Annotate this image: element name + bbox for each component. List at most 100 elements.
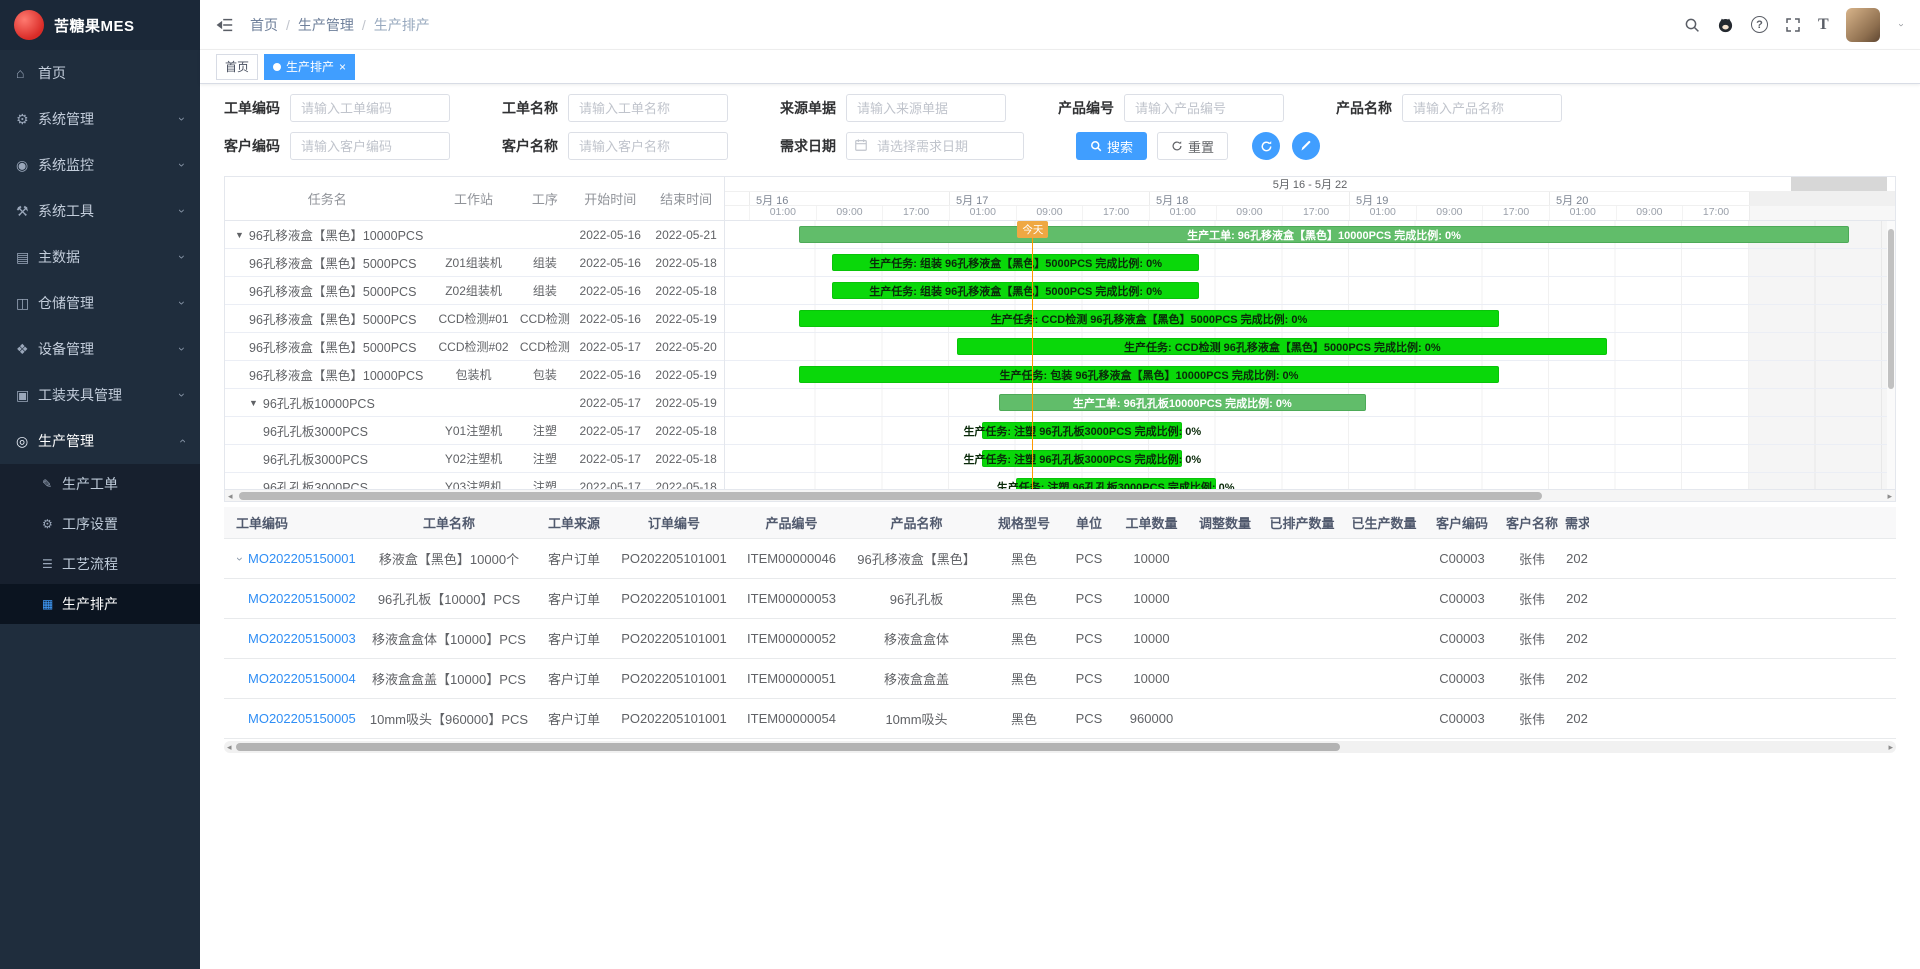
sidebar-item-fixture[interactable]: ▣工装夹具管理› (0, 372, 200, 418)
text-input-工单名称[interactable] (568, 94, 728, 122)
sidebar-item-work-order[interactable]: ✎生产工单 (0, 464, 200, 504)
github-icon[interactable] (1717, 16, 1734, 33)
close-icon[interactable]: × (339, 61, 346, 73)
gantt-bar-task[interactable]: 生产任务: 注塑 96孔孔板3000PCS 完成比例: 0% (1016, 478, 1216, 489)
gantt-bar-task[interactable]: 生产任务: CCD检测 96孔移液盒【黑色】5000PCS 完成比例: 0% (957, 338, 1607, 355)
active-dot (273, 63, 281, 71)
column-header-客户名称: 客户名称 (1499, 513, 1565, 532)
task-name: 96孔移液盒【黑色】10000PCS (225, 365, 430, 384)
table-horizontal-scrollbar[interactable]: ◂ ▸ (224, 741, 1896, 753)
gantt-day-row: 5月 165月 175月 185月 195月 20 (725, 192, 1895, 206)
gantt-panel: 任务名工作站工序开始时间结束时间 5月 16 - 5月 22 5月 165月 1… (224, 176, 1896, 502)
text-input-产品编号[interactable] (1124, 94, 1284, 122)
avatar[interactable] (1846, 8, 1880, 42)
edit-button[interactable] (1292, 132, 1320, 160)
scrollbar-thumb[interactable] (1888, 229, 1894, 389)
table-cell: 10000 (1114, 591, 1189, 606)
gantt-grid-row[interactable]: 96孔孔板3000PCSY01注塑机注塑2022-05-172022-05-18 (225, 417, 724, 445)
refresh-button[interactable] (1252, 132, 1280, 160)
gantt-horizontal-scrollbar[interactable]: ◂ ▸ (225, 489, 1895, 501)
text-input-产品名称[interactable] (1402, 94, 1562, 122)
column-header-工单编码: 工单编码 (224, 513, 364, 532)
help-icon[interactable]: ? (1751, 16, 1768, 33)
sidebar-item-production[interactable]: ◎生产管理› (0, 418, 200, 464)
gantt-bar-task[interactable]: 生产任务: 注塑 96孔孔板3000PCS 完成比例: 0% (982, 450, 1182, 467)
table-row[interactable]: MO20220515000296孔孔板【10000】PCS客户订单PO20220… (224, 579, 1896, 619)
text-input-工单编码[interactable] (290, 94, 450, 122)
text-input-来源单据[interactable] (846, 94, 1006, 122)
sidebar-toggle-icon[interactable] (216, 16, 234, 34)
date-input-需求日期[interactable] (846, 132, 1024, 160)
search-icon[interactable] (1684, 17, 1700, 33)
process: 组装 (517, 282, 572, 299)
sidebar-item-warehouse[interactable]: ◫仓储管理› (0, 280, 200, 326)
text-input-客户编码[interactable] (290, 132, 450, 160)
text-input-客户名称[interactable] (568, 132, 728, 160)
sidebar-item-scheduling[interactable]: ▦生产排产 (0, 584, 200, 624)
tab-home[interactable]: 首页 (216, 54, 258, 80)
sidebar-item-process-setup[interactable]: ⚙工序设置 (0, 504, 200, 544)
gantt-grid-header: 任务名工作站工序开始时间结束时间 (225, 177, 725, 220)
sidebar-item-process-flow[interactable]: ☰工艺流程 (0, 544, 200, 584)
expand-triangle-icon[interactable]: ▼ (249, 398, 258, 408)
reset-button[interactable]: 重置 (1157, 132, 1228, 160)
breadcrumb-home[interactable]: 首页 (250, 15, 278, 35)
chevron-down-icon[interactable]: › (232, 553, 248, 565)
gantt-bar-task[interactable]: 生产任务: 注塑 96孔孔板3000PCS 完成比例: 0% (982, 422, 1182, 439)
gantt-bar-order[interactable]: 生产工单: 96孔移液盒【黑色】10000PCS 完成比例: 0% (799, 226, 1849, 243)
search-button[interactable]: 搜索 (1076, 132, 1147, 160)
input-wrapper (846, 132, 1024, 160)
filter-row-2-fields: 客户编码客户名称需求日期 (224, 132, 1076, 160)
vertical-scrollbar[interactable] (1887, 221, 1895, 489)
work-order-link[interactable]: MO202205150003 (248, 631, 356, 646)
breadcrumb-production[interactable]: 生产管理 (298, 15, 354, 35)
sidebar-item-system-admin[interactable]: ⚙系统管理› (0, 96, 200, 142)
gantt-grid-row[interactable]: ▼96孔孔板10000PCS2022-05-172022-05-19 (225, 389, 724, 417)
gantt-column-工序: 工序 (517, 189, 572, 208)
work-order-link[interactable]: MO202205150004 (248, 671, 356, 686)
table-row[interactable]: MO20220515000510mm吸头【960000】PCS客户订单PO202… (224, 699, 1896, 739)
scroll-right-arrow-icon[interactable]: ▸ (1887, 490, 1892, 502)
end-time: 2022-05-19 (648, 312, 724, 326)
sidebar-item-system-monitor[interactable]: ◉系统监控› (0, 142, 200, 188)
filter-field-客户编码: 客户编码 (224, 132, 450, 160)
chevron-down-icon: › (176, 209, 188, 213)
scroll-left-arrow-icon[interactable]: ◂ (228, 490, 233, 502)
table-row[interactable]: MO202205150003移液盒盒体【10000】PCS客户订单PO20220… (224, 619, 1896, 659)
font-size-icon[interactable]: T (1818, 16, 1829, 34)
gantt-grid-row[interactable]: 96孔孔板3000PCSY02注塑机注塑2022-05-172022-05-18 (225, 445, 724, 473)
gantt-bar-task[interactable]: 生产任务: 组装 96孔移液盒【黑色】5000PCS 完成比例: 0% (832, 254, 1199, 271)
workstation: CCD检测#01 (430, 310, 518, 327)
fullscreen-icon[interactable] (1785, 17, 1801, 33)
gantt-grid-row[interactable]: 96孔孔板3000PCSY03注塑机注塑2022-05-172022-05-18 (225, 473, 724, 489)
gantt-grid-row[interactable]: ▼96孔移液盒【黑色】10000PCS2022-05-162022-05-21 (225, 221, 724, 249)
sidebar-item-system-tools[interactable]: ⚒系统工具› (0, 188, 200, 234)
scrollbar-thumb[interactable] (236, 743, 1340, 751)
sidebar-item-home[interactable]: ⌂首页 (0, 50, 200, 96)
tab-scheduling[interactable]: 生产排产× (264, 54, 355, 80)
gantt-bar-task[interactable]: 生产任务: 包装 96孔移液盒【黑色】10000PCS 完成比例: 0% (799, 366, 1499, 383)
work-order-link[interactable]: MO202205150002 (248, 591, 356, 606)
gantt-grid-row[interactable]: 96孔移液盒【黑色】5000PCSCCD检测#02CCD检测2022-05-17… (225, 333, 724, 361)
gantt-grid-row[interactable]: 96孔移液盒【黑色】10000PCS包装机包装2022-05-162022-05… (225, 361, 724, 389)
gantt-timeline-row: 生产任务: 组装 96孔移液盒【黑色】5000PCS 完成比例: 0% (725, 277, 1887, 305)
gantt-bar-order[interactable]: 生产工单: 96孔孔板10000PCS 完成比例: 0% (999, 394, 1366, 411)
gantt-grid-row[interactable]: 96孔移液盒【黑色】5000PCSZ01组装机组装2022-05-162022-… (225, 249, 724, 277)
table-cell: 202 (1565, 671, 1589, 686)
work-order-link[interactable]: MO202205150001 (248, 551, 356, 566)
scrollbar-thumb[interactable] (239, 492, 1542, 500)
sidebar-item-equipment[interactable]: ❖设备管理› (0, 326, 200, 372)
table-row[interactable]: MO202205150004移液盒盒盖【10000】PCS客户订单PO20220… (224, 659, 1896, 699)
scroll-right-arrow-icon[interactable]: ▸ (1888, 741, 1893, 753)
gantt-bar-task[interactable]: 生产任务: 组装 96孔移液盒【黑色】5000PCS 完成比例: 0% (832, 282, 1199, 299)
table-row[interactable]: ›MO202205150001移液盒【黑色】10000个客户订单PO202205… (224, 539, 1896, 579)
gantt-grid-row[interactable]: 96孔移液盒【黑色】5000PCSCCD检测#01CCD检测2022-05-16… (225, 305, 724, 333)
gantt-bar-task[interactable]: 生产任务: CCD检测 96孔移液盒【黑色】5000PCS 完成比例: 0% (799, 310, 1499, 327)
gantt-grid-row[interactable]: 96孔移液盒【黑色】5000PCSZ02组装机组装2022-05-162022-… (225, 277, 724, 305)
expand-triangle-icon[interactable]: ▼ (235, 230, 244, 240)
sidebar-item-master-data[interactable]: ▤主数据› (0, 234, 200, 280)
app-logo-row[interactable]: 苦糖果MES (0, 0, 200, 50)
filter-field-产品编号: 产品编号 (1058, 94, 1284, 122)
scroll-left-arrow-icon[interactable]: ◂ (227, 741, 232, 753)
work-order-link[interactable]: MO202205150005 (248, 711, 356, 726)
